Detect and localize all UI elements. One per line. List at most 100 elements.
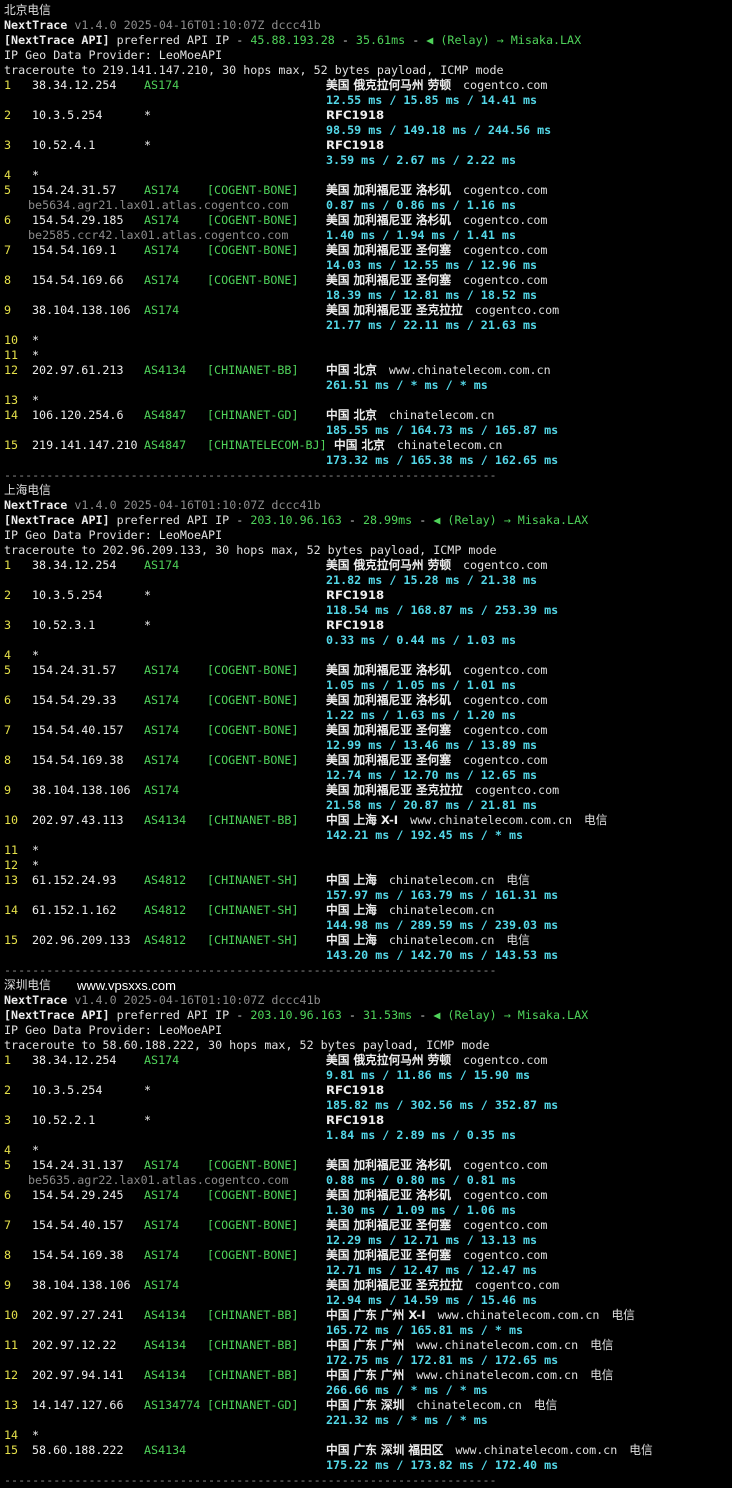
- hop-number: 5: [4, 663, 12, 677]
- hop-host: www.chinatelecom.com.cn: [416, 1338, 579, 1352]
- api-tag: [NextTrace API]: [4, 1008, 110, 1022]
- hop-rtt: 173.32 ms / 165.38 ms / 162.65 ms: [326, 453, 559, 467]
- hop-rtt-row: 143.20 ms / 142.70 ms / 143.53 ms: [4, 948, 732, 963]
- hop-row: 5 154.24.31.57 AS174 [COGENT-BONE] 美国 加利福尼亚 …: [4, 183, 732, 198]
- hop-number: 3: [4, 138, 12, 152]
- hop-rtt-row: be2585.ccr42.lax01.atlas.cogentco.com 1.4…: [4, 228, 732, 243]
- hop-asn: AS174: [144, 558, 180, 572]
- hop-host: www.chinatelecom.com.cn: [416, 1368, 579, 1382]
- hop-geo: 中国 北京: [334, 438, 385, 452]
- hop-host: cogentco.com: [463, 183, 548, 197]
- hop-geo: 美国 加利福尼亚 圣克拉拉: [326, 303, 463, 317]
- hop-ip: 154.54.40.157: [32, 1218, 124, 1232]
- hop-rtt: 0.33 ms / 0.44 ms / 1.03 ms: [326, 633, 516, 647]
- hop-rtt-row: 142.21 ms / 192.45 ms / * ms: [4, 828, 732, 843]
- hop-geo: 中国 上海 X-I: [326, 813, 399, 827]
- hop-ptr: be5635.agr22.lax01.atlas.cogentco.com: [28, 1173, 289, 1187]
- hop-ip: 38.104.138.106: [32, 303, 131, 317]
- hop-ip: 10.3.5.254: [32, 588, 103, 602]
- hop-tag: [CHINANET-BB]: [207, 1368, 299, 1382]
- geo-provider: IP Geo Data Provider: LeoMoeAPI: [4, 48, 223, 62]
- hop-row: 8 154.54.169.66 AS174 [COGENT-BONE] 美国 加利福尼亚…: [4, 273, 732, 288]
- hop-row: 7 154.54.169.1 AS174 [COGENT-BONE] 美国 加利福尼亚 …: [4, 243, 732, 258]
- hop-rtt-row: 157.97 ms / 163.79 ms / 161.31 ms: [4, 888, 732, 903]
- hop-asn: AS4812: [144, 903, 187, 917]
- hop-rtt: 1.22 ms / 1.63 ms / 1.20 ms: [326, 708, 516, 722]
- hop-ip: 10.52.4.1: [32, 138, 96, 152]
- hop-rtt-row: 185.55 ms / 164.73 ms / 165.87 ms: [4, 423, 732, 438]
- separator: ----------------------------------------…: [4, 468, 732, 483]
- hop-asn: *: [144, 1113, 152, 1127]
- hop-number: 8: [4, 753, 12, 767]
- hop-asn: *: [144, 1083, 152, 1097]
- section-title: 深圳电信 www.vpsxxs.com: [4, 978, 732, 993]
- hop-row: 5 154.24.31.57 AS174 [COGENT-BONE] 美国 加利福尼亚 …: [4, 663, 732, 678]
- hop-geo: 美国 加利福尼亚 洛杉矶: [326, 213, 452, 227]
- hop-tag: [CHINATELECOM-BJ]: [207, 438, 327, 452]
- hop-ip: 154.54.169.38: [32, 1248, 124, 1262]
- api-latency: 28.99ms: [362, 513, 413, 527]
- hop-ip: 202.97.61.213: [32, 363, 124, 377]
- hop-rtt-row: 144.98 ms / 289.59 ms / 239.03 ms: [4, 918, 732, 933]
- hop-rtt-row: 172.75 ms / 172.81 ms / 172.65 ms: [4, 1353, 732, 1368]
- hop-number: 3: [4, 1113, 12, 1127]
- hop-ip: 154.54.29.185: [32, 213, 124, 227]
- hop-rtt-row: be5634.agr21.lax01.atlas.cogentco.com 0.8…: [4, 198, 732, 213]
- hop-asn: AS174: [144, 243, 180, 257]
- hop-rtt: 3.59 ms / 2.67 ms / 2.22 ms: [326, 153, 516, 167]
- hop-number: 13: [4, 393, 19, 407]
- hop-rtt: 98.59 ms / 149.18 ms / 244.56 ms: [326, 123, 552, 137]
- hop-number: 1: [4, 78, 12, 92]
- hop-geo: 美国 加利福尼亚 圣克拉拉: [326, 1278, 463, 1292]
- hop-rtt-row: 12.71 ms / 12.47 ms / 12.47 ms: [4, 1263, 732, 1278]
- api-line: [NextTrace API] preferred API IP - 203.1…: [4, 1008, 589, 1022]
- hop-row: 3 10.52.2.1 * RFC1918: [4, 1113, 732, 1128]
- hop-rtt-row: 98.59 ms / 149.18 ms / 244.56 ms: [4, 123, 732, 138]
- hop-ip: 154.54.29.33: [32, 693, 117, 707]
- hop-rtt-row: 14.03 ms / 12.55 ms / 12.96 ms: [4, 258, 732, 273]
- hop-rtt-row: 12.99 ms / 13.46 ms / 13.89 ms: [4, 738, 732, 753]
- hop-tag: [COGENT-BONE]: [207, 693, 299, 707]
- hop-rtt: 21.82 ms / 15.28 ms / 21.38 ms: [326, 573, 538, 587]
- hop-tag: [COGENT-BONE]: [207, 753, 299, 767]
- hop-host: cogentco.com: [463, 1053, 548, 1067]
- hop-asn: AS4847: [144, 408, 187, 422]
- hop-ip: 154.54.40.157: [32, 723, 124, 737]
- api-relay: (Relay) → Misaka.LAX: [447, 513, 589, 527]
- hop-number: 14: [4, 1428, 19, 1442]
- hop-number: 6: [4, 693, 12, 707]
- api-pref: preferred API IP: [116, 513, 230, 527]
- hop-row: 9 38.104.138.106 AS174 美国 加利福尼亚 圣克拉拉 cogentc…: [4, 1278, 732, 1293]
- hop-tag: [CHINANET-SH]: [207, 933, 299, 947]
- hop-ip: 38.34.12.254: [32, 78, 117, 92]
- hop-row: 10 202.97.27.241 AS4134 [CHINANET-BB] 中国 广东 …: [4, 1308, 732, 1323]
- hop-rtt-row: 173.32 ms / 165.38 ms / 162.65 ms: [4, 453, 732, 468]
- hop-row: 3 10.52.4.1 * RFC1918: [4, 138, 732, 153]
- hop-geo: 中国 上海: [326, 903, 377, 917]
- hop-number: 8: [4, 1248, 12, 1262]
- hop-geo: 美国 加利福尼亚 洛杉矶: [326, 693, 452, 707]
- hop-geo: 美国 加利福尼亚 圣何塞: [326, 1218, 452, 1232]
- hop-asn: AS4134: [144, 1443, 187, 1457]
- hop-number: 3: [4, 618, 12, 632]
- hop-number: 11: [4, 348, 19, 362]
- api-ip: 203.10.96.163: [250, 1008, 342, 1022]
- hop-host: cogentco.com: [474, 783, 560, 797]
- hop-row: 6 154.54.29.245 AS174 [COGENT-BONE] 美国 加利福尼亚…: [4, 1188, 732, 1203]
- hop-host: cogentco.com: [463, 558, 548, 572]
- hop-rtt-row: 221.32 ms / * ms / * ms: [4, 1413, 732, 1428]
- traceroute-line: traceroute to 202.96.209.133, 30 hops ma…: [4, 543, 732, 558]
- separator-line: ----------------------------------------…: [4, 1473, 497, 1487]
- version-line: NextTrace v1.4.0 2025-04-16T01:10:07Z dc…: [4, 18, 732, 33]
- hop-asn: AS174: [144, 303, 180, 317]
- hop-asn: AS174: [144, 783, 180, 797]
- hop-row: 13 14.147.127.66 AS134774 [CHINANET-GD] 中国 广…: [4, 1398, 732, 1413]
- hop-row: 10 202.97.43.113 AS4134 [CHINANET-BB] 中国 上海 …: [4, 813, 732, 828]
- hop-rtt: 12.55 ms / 15.85 ms / 14.41 ms: [326, 93, 538, 107]
- hop-ip: 202.97.94.141: [32, 1368, 124, 1382]
- hop-ip: 38.34.12.254: [32, 558, 117, 572]
- hop-tag: [COGENT-BONE]: [207, 273, 299, 287]
- hop-row: 15 219.141.147.210 AS4847 [CHINATELECOM-BJ]…: [4, 438, 732, 453]
- hop-tag: [COGENT-BONE]: [207, 1158, 299, 1172]
- hop-tag: [COGENT-BONE]: [207, 1188, 299, 1202]
